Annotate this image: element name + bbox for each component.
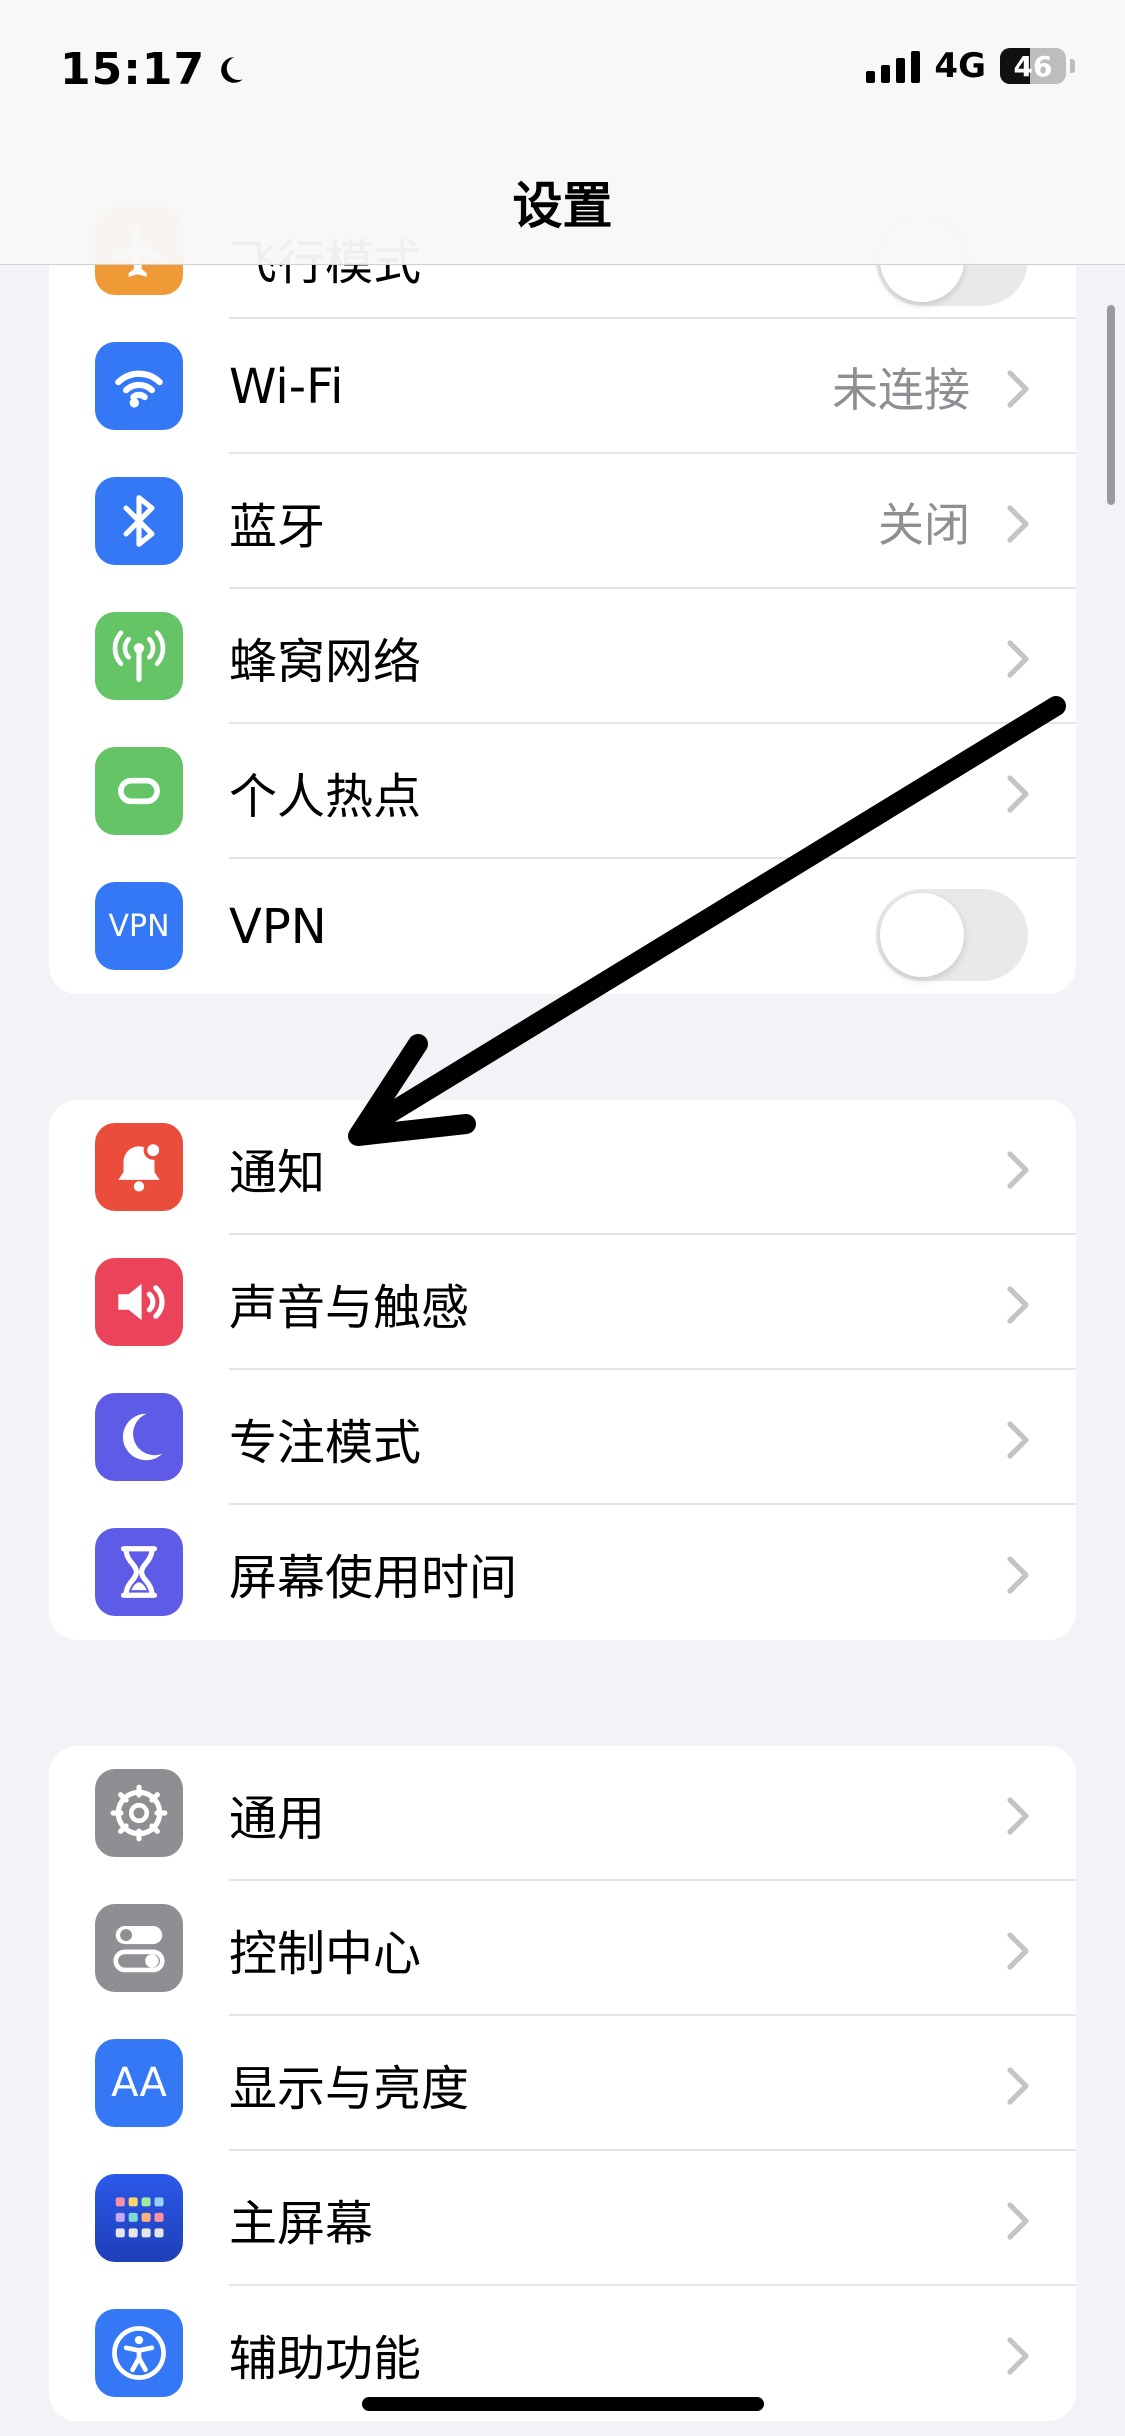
time-text: 15:17 xyxy=(60,44,206,95)
battery-icon: 46 xyxy=(1000,48,1066,84)
focus-moon-icon xyxy=(221,56,243,83)
battery-percent: 46 xyxy=(1013,49,1053,83)
signal-strength-icon xyxy=(866,49,921,83)
page-title: 设置 xyxy=(512,177,613,235)
status-time: 15:17 xyxy=(60,44,247,95)
status-indicators: 4G 46 xyxy=(866,46,1075,86)
scroll-indicator[interactable] xyxy=(1107,305,1115,505)
annotation-arrow xyxy=(348,696,1066,1146)
navigation-bar: 15:17 4G 46 设置 xyxy=(0,0,1125,265)
home-indicator[interactable] xyxy=(362,2397,764,2411)
network-type: 4G xyxy=(934,46,986,86)
